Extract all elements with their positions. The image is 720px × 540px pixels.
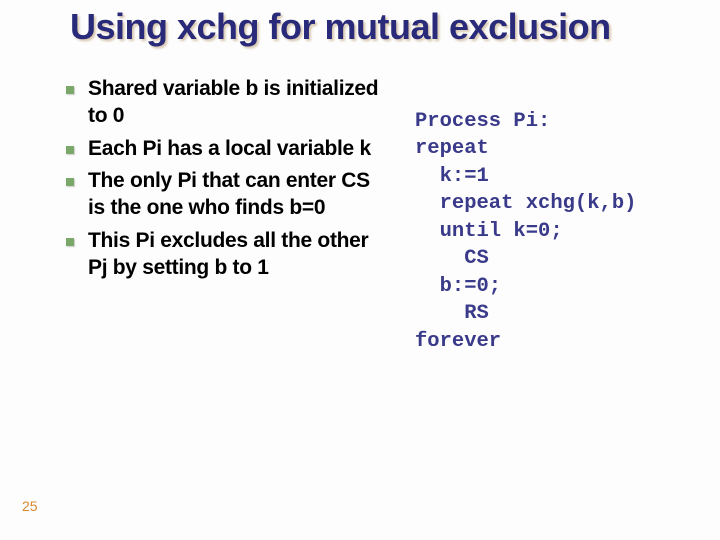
content-columns: Shared variable b is initialized to 0 Ea… <box>60 76 680 355</box>
left-column: Shared variable b is initialized to 0 Ea… <box>60 76 389 355</box>
slide-title: Using xchg for mutual exclusion <box>70 8 680 46</box>
bullet-item: Shared variable b is initialized to 0 <box>60 76 389 130</box>
code-block: Process Pi: repeat k:=1 repeat xchg(k,b)… <box>415 108 680 355</box>
page-number: 25 <box>22 498 38 514</box>
bullet-item: This Pi excludes all the other Pj by set… <box>60 228 389 282</box>
bullet-list: Shared variable b is initialized to 0 Ea… <box>60 76 389 282</box>
right-column: Process Pi: repeat k:=1 repeat xchg(k,b)… <box>415 76 680 355</box>
bullet-item: The only Pi that can enter CS is the one… <box>60 168 389 222</box>
bullet-item: Each Pi has a local variable k <box>60 136 389 163</box>
